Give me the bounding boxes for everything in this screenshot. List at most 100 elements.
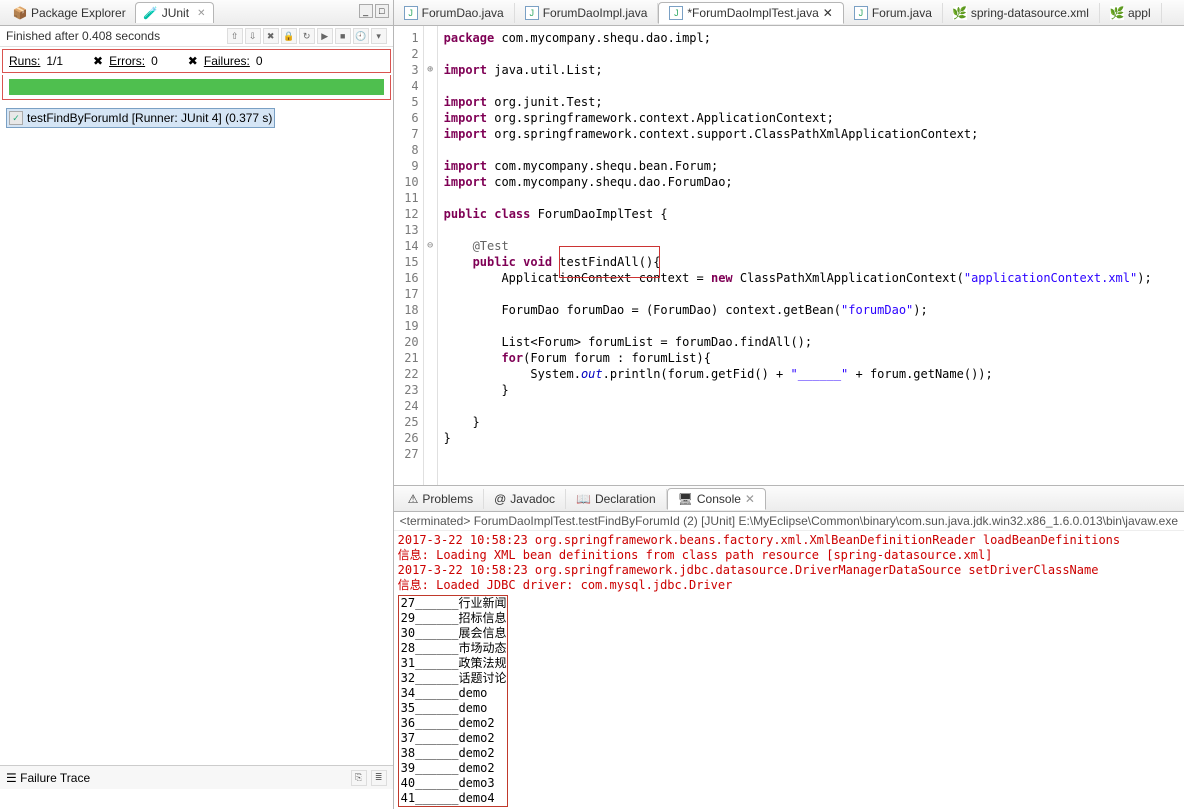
stat-failures: ✖ Failures: 0 (188, 54, 263, 68)
console-line: 2017-3-22 10:58:23 org.springframework.b… (398, 533, 1180, 548)
code-line[interactable]: package com.mycompany.shequ.dao.impl; (444, 30, 1184, 46)
rerun-icon[interactable]: ↻ (299, 28, 315, 44)
bottom-tab-problems[interactable]: ⚠Problems (398, 489, 484, 509)
close-icon[interactable]: ✕ (745, 492, 755, 506)
code-line[interactable]: System.out.println(forum.getFid() + "___… (444, 366, 1184, 382)
line-number-gutter: 1234567891011121314151617181920212223242… (394, 26, 424, 485)
console-panel: ⚠Problems@Javadoc📖Declaration🖥Console ✕ … (394, 486, 1184, 809)
code-line[interactable]: public void testFindAll(){ (444, 254, 1184, 270)
editor-tab[interactable]: JForumDao.java (394, 3, 515, 23)
console-line: 27______行业新闻 (401, 596, 505, 611)
code-line[interactable]: public class ForumDaoImplTest { (444, 206, 1184, 222)
editor-tab-label: ForumDaoImpl.java (543, 6, 648, 20)
rerun-failed-icon[interactable]: ▶ (317, 28, 333, 44)
code-line[interactable]: import com.mycompany.shequ.dao.ForumDao; (444, 174, 1184, 190)
code-line[interactable]: } (444, 414, 1184, 430)
filter-icon[interactable]: ⎘ (351, 770, 367, 786)
code-line[interactable]: ApplicationContext context = new ClassPa… (444, 270, 1184, 286)
console-line: 28______市场动态 (401, 641, 505, 656)
console-line: 35______demo (401, 701, 505, 716)
maximize-icon[interactable]: □ (375, 4, 389, 18)
bottom-tab-console[interactable]: 🖥Console ✕ (667, 488, 766, 510)
editor-tab[interactable]: JForumDaoImpl.java (515, 3, 659, 23)
package-explorer-icon: 📦 (13, 6, 27, 20)
menu-icon[interactable]: ▾ (371, 28, 387, 44)
code-line[interactable]: @Test (444, 238, 1184, 254)
editor-tab-label: ForumDao.java (422, 6, 504, 20)
code-line[interactable]: import org.springframework.context.suppo… (444, 126, 1184, 142)
console-line: 34______demo (401, 686, 505, 701)
stat-errors: ✖ Errors: 0 (93, 54, 158, 68)
code-line[interactable]: } (444, 430, 1184, 446)
test-pass-icon: ✓ (9, 111, 23, 125)
junit-stats: Runs: 1/1 ✖ Errors: 0 ✖ Failures: 0 (2, 49, 391, 73)
tab-package-explorer[interactable]: 📦 Package Explorer (4, 2, 135, 23)
editor-tab[interactable]: J *ForumDaoImplTest.java ✕ (658, 2, 843, 24)
code-line[interactable] (444, 318, 1184, 334)
java-file-icon: J (854, 6, 868, 20)
junit-toolbar: ⇧ ⇩ ✖ 🔒 ↻ ▶ ■ 🕘 ▾ (227, 28, 387, 44)
console-line: 36______demo2 (401, 716, 505, 731)
code-line[interactable] (444, 398, 1184, 414)
console-line: 31______政策法规 (401, 656, 505, 671)
code-line[interactable] (444, 46, 1184, 62)
failure-trace-icon: ☰ (6, 771, 17, 785)
code-line[interactable] (444, 142, 1184, 158)
editor-tab[interactable]: JForum.java (844, 3, 943, 23)
prev-failure-icon[interactable]: ⇧ (227, 28, 243, 44)
code-line[interactable] (444, 78, 1184, 94)
console-line: 29______招标信息 (401, 611, 505, 626)
right-pane: JForumDao.javaJForumDaoImpl.javaJ*ForumD… (394, 0, 1184, 809)
test-item-label: testFindByForumId [Runner: JUnit 4] (0.3… (27, 111, 272, 125)
show-failures-icon[interactable]: ✖ (263, 28, 279, 44)
code-line[interactable] (444, 222, 1184, 238)
history-icon[interactable]: 🕘 (353, 28, 369, 44)
bottom-tab-declaration[interactable]: 📖Declaration (566, 489, 667, 509)
console-line: 40______demo3 (401, 776, 505, 791)
minimize-icon[interactable]: _ (359, 4, 373, 18)
view-controls: _ □ (359, 4, 389, 18)
junit-status-text: Finished after 0.408 seconds (6, 29, 160, 43)
stop-icon[interactable]: ■ (335, 28, 351, 44)
junit-tree[interactable]: ✓ testFindByForumId [Runner: JUnit 4] (0… (0, 104, 393, 765)
editor-area[interactable]: 1234567891011121314151617181920212223242… (394, 26, 1184, 486)
fold-gutter[interactable]: ⊕ ⊖ (424, 26, 438, 485)
code-line[interactable]: import org.springframework.context.Appli… (444, 110, 1184, 126)
problems-icon: ⚠ (408, 492, 419, 506)
bottom-tab-javadoc[interactable]: @ Javadoc (484, 489, 566, 509)
code-line[interactable]: List<Forum> forumList = forumDao.findAll… (444, 334, 1184, 350)
editor-tab-label: *ForumDaoImplTest.java (687, 6, 818, 20)
tab-junit[interactable]: 🧪 JUnit ✕ (135, 2, 215, 23)
editor-tab[interactable]: 🌿 spring-datasource.xml (943, 3, 1100, 23)
code-line[interactable] (444, 446, 1184, 462)
javadoc-icon: @ (494, 492, 506, 506)
editor-tab[interactable]: 🌿appl (1100, 3, 1162, 23)
compare-icon[interactable]: ≣ (371, 770, 387, 786)
junit-progress-bar (9, 79, 384, 95)
code-line[interactable] (444, 286, 1184, 302)
code-line[interactable]: ForumDao forumDao = (ForumDao) context.g… (444, 302, 1184, 318)
code-line[interactable] (444, 190, 1184, 206)
code-line[interactable]: import com.mycompany.shequ.bean.Forum; (444, 158, 1184, 174)
console-line: 39______demo2 (401, 761, 505, 776)
test-item[interactable]: ✓ testFindByForumId [Runner: JUnit 4] (0… (6, 108, 275, 128)
code-line[interactable]: import org.junit.Test; (444, 94, 1184, 110)
bottom-tab-label: Javadoc (510, 492, 555, 506)
left-tabbar: 📦 Package Explorer 🧪 JUnit ✕ _ □ (0, 0, 393, 26)
console-output[interactable]: 2017-3-22 10:58:23 org.springframework.b… (394, 531, 1184, 809)
console-line: 信息: Loading XML bean definitions from cl… (398, 548, 1180, 563)
scroll-lock-icon[interactable]: 🔒 (281, 28, 297, 44)
stat-value: 1/1 (46, 54, 63, 68)
code-line[interactable]: for(Forum forum : forumList){ (444, 350, 1184, 366)
xml-file-icon: 🌿 (953, 6, 967, 20)
tab-label: JUnit (162, 6, 189, 20)
close-icon[interactable]: ✕ (823, 6, 833, 20)
next-failure-icon[interactable]: ⇩ (245, 28, 261, 44)
java-file-icon: J (669, 6, 683, 20)
close-icon[interactable]: ✕ (197, 8, 205, 19)
console-line: 38______demo2 (401, 746, 505, 761)
code-line[interactable]: import java.util.List; (444, 62, 1184, 78)
code-line[interactable]: } (444, 382, 1184, 398)
code-area[interactable]: package com.mycompany.shequ.dao.impl; im… (438, 26, 1184, 485)
editor-tab-label: spring-datasource.xml (971, 6, 1089, 20)
